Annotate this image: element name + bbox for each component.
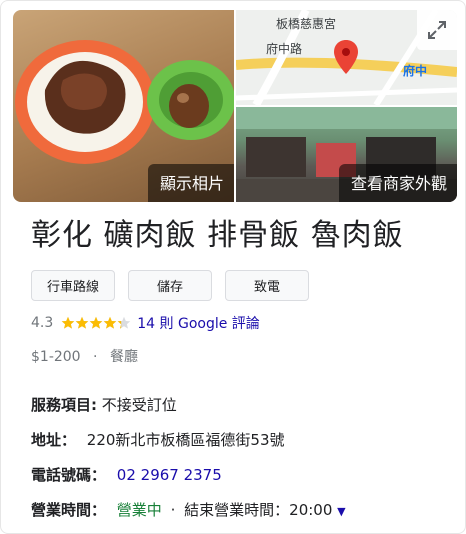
photo-gallery: 顯示相片 板橋慈惠宮 府中路 府中 查看商家外觀 xyxy=(13,10,457,202)
business-category: 餐廳 xyxy=(109,349,138,365)
call-button[interactable]: 致電 xyxy=(225,270,309,301)
map-road-label: 府中路 xyxy=(266,42,303,56)
star-rating xyxy=(61,316,131,330)
map-place-label: 板橋慈惠宮 xyxy=(276,17,337,31)
star-icon xyxy=(61,316,75,329)
closing-time: 結束營業時間：20:00 xyxy=(184,501,333,519)
directions-button[interactable]: 行車路線 xyxy=(31,270,115,301)
address-row: 地址： 220新北市板橋區福德街53號 xyxy=(31,429,285,450)
expand-icon xyxy=(428,21,446,39)
phone-label: 電話號碼： xyxy=(31,466,107,484)
address-value: 220新北市板橋區福德街53號 xyxy=(86,431,285,449)
reviews-link[interactable]: 14 則 Google 評論 xyxy=(137,313,260,333)
rating-row: 4.3 14 則 Google 評論 xyxy=(31,313,260,333)
service-value: 不接受訂位 xyxy=(101,396,177,414)
hours-separator: · xyxy=(170,501,176,519)
star-icon xyxy=(89,316,103,329)
hours-row: 營業時間： 營業中 · 結束營業時間：20:00 ▼ xyxy=(31,499,346,520)
price-separator: · xyxy=(93,349,98,365)
price-category-row: $1-200 · 餐廳 xyxy=(31,346,138,366)
hours-dropdown-icon[interactable]: ▼ xyxy=(337,505,345,518)
show-photos-button[interactable]: 顯示相片 xyxy=(147,164,234,202)
star-icon xyxy=(75,316,89,329)
expand-map-button[interactable] xyxy=(417,10,457,50)
storefront-photo[interactable]: 查看商家外觀 xyxy=(236,107,457,202)
rating-score: 4.3 xyxy=(31,315,54,331)
price-range: $1-200 xyxy=(31,349,81,365)
service-label: 服務項目: xyxy=(31,396,97,414)
action-buttons: 行車路線 儲存 致電 xyxy=(31,270,309,301)
map-station-label: 府中 xyxy=(402,64,427,78)
map-thumbnail[interactable]: 板橋慈惠宮 府中路 府中 xyxy=(236,10,457,105)
address-label: 地址： xyxy=(31,431,77,449)
view-storefront-button[interactable]: 查看商家外觀 xyxy=(338,164,457,202)
food-photo[interactable]: 顯示相片 xyxy=(13,10,234,202)
business-name: 彰化 礦肉飯 排骨飯 魯肉飯 xyxy=(31,218,404,253)
hours-label: 營業時間： xyxy=(31,501,107,519)
star-icon xyxy=(103,316,117,329)
save-button[interactable]: 儲存 xyxy=(128,270,212,301)
phone-row: 電話號碼： 02 2967 2375 xyxy=(31,464,222,485)
map-pin-icon xyxy=(334,40,358,74)
service-options-row: 服務項目: 不接受訂位 xyxy=(31,394,177,415)
business-card: 顯示相片 板橋慈惠宮 府中路 府中 查看商家外觀 彰化 礦肉飯 排骨飯 魯肉飯 … xyxy=(0,0,466,534)
open-status: 營業中 xyxy=(116,501,162,519)
star-icon xyxy=(117,316,131,329)
phone-number-link[interactable]: 02 2967 2375 xyxy=(117,466,222,484)
